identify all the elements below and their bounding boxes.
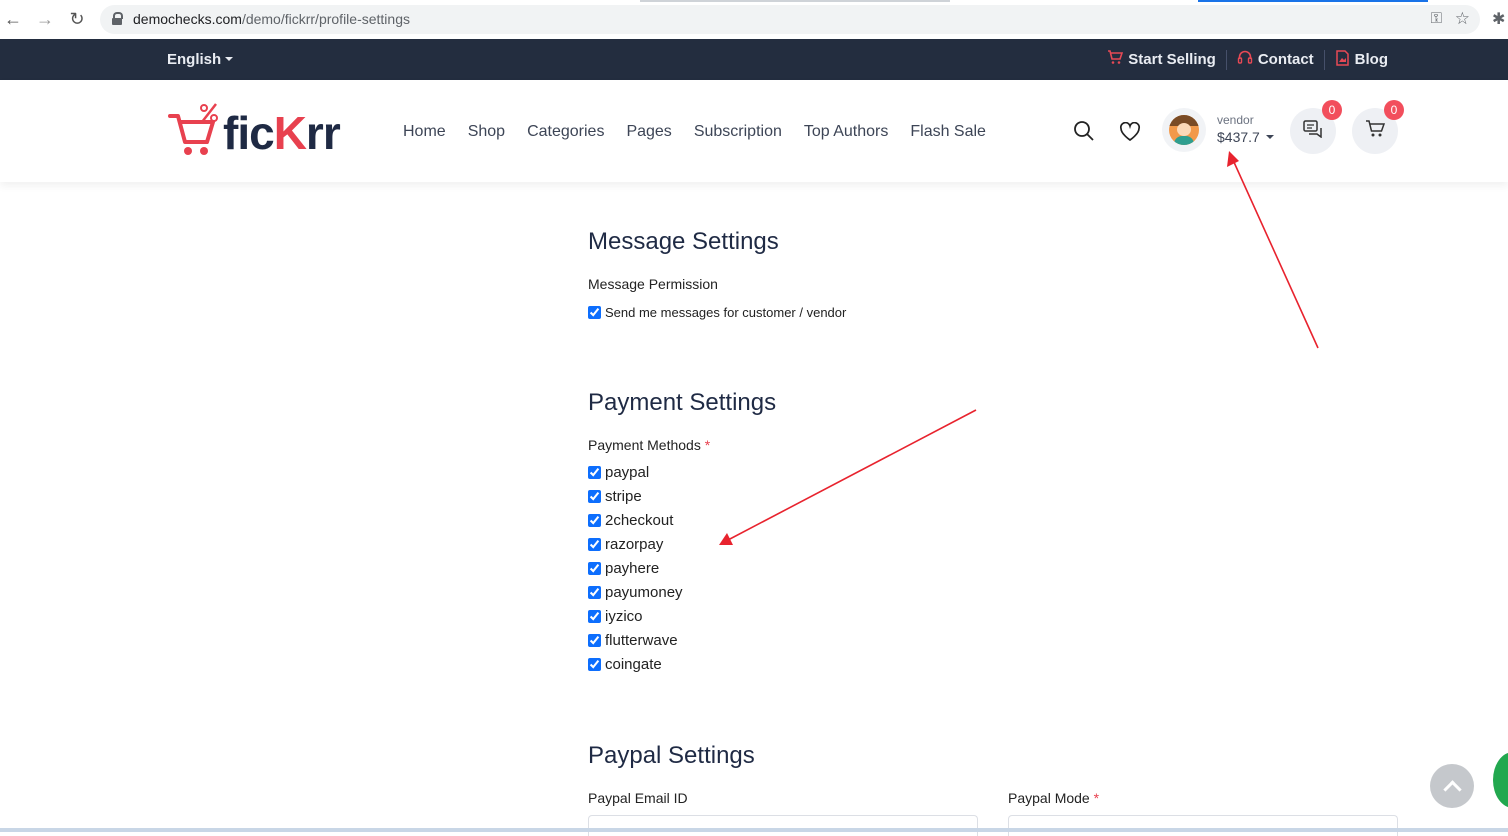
caret-down-icon — [225, 57, 234, 61]
message-permission-input[interactable] — [588, 306, 601, 319]
payment-method-payhere[interactable]: payhere — [588, 560, 659, 577]
headset-icon — [1237, 50, 1253, 70]
payment-method-paypal[interactable]: paypal — [588, 464, 649, 481]
contact-link[interactable]: Contact — [1227, 50, 1324, 70]
site-logo[interactable]: ficKrr — [168, 102, 363, 159]
forward-icon[interactable]: → — [34, 8, 56, 30]
blog-link[interactable]: Blog — [1325, 49, 1398, 70]
nav-subscription[interactable]: Subscription — [694, 123, 782, 141]
browser-toolbar: ← → ↻ demochecks.com/demo/fickrr/profile… — [0, 0, 1508, 40]
nav-home[interactable]: Home — [403, 123, 446, 141]
paypal-mode-label: Paypal Mode * — [1008, 790, 1100, 806]
cart-count-badge: 0 — [1384, 100, 1404, 120]
cart-icon — [1352, 120, 1398, 143]
user-avatar-icon — [1169, 115, 1199, 145]
bookmark-star-icon[interactable]: ☆ — [1455, 9, 1470, 29]
payment-method-razorpay[interactable]: razorpay — [588, 536, 663, 553]
heart-icon[interactable] — [1119, 121, 1141, 148]
payment-method-2checkout[interactable]: 2checkout — [588, 512, 673, 529]
messages-count-badge: 0 — [1322, 100, 1342, 120]
cart-logo-icon — [168, 103, 218, 155]
messages-button[interactable]: 0 — [1290, 100, 1342, 154]
nav-flash-sale[interactable]: Flash Sale — [910, 123, 986, 141]
url-text: demochecks.com/demo/fickrr/profile-setti… — [133, 11, 410, 27]
language-selector[interactable]: English — [167, 51, 234, 68]
nav-top-authors[interactable]: Top Authors — [804, 123, 889, 141]
taskbar-edge — [0, 828, 1508, 832]
payment-method-coingate[interactable]: coingate — [588, 656, 662, 673]
payment-methods-label: Payment Methods * — [588, 437, 711, 453]
reload-icon[interactable]: ↻ — [66, 8, 88, 30]
site-header: ficKrr Home Shop Categories Pages Subscr… — [0, 80, 1508, 182]
key-icon[interactable]: ⚿ — [1431, 10, 1442, 27]
cart-icon — [1107, 50, 1124, 69]
message-permission-checkbox[interactable]: Send me messages for customer / vendor — [588, 305, 846, 320]
logo-wordmark: ficKrr — [223, 107, 341, 159]
message-permission-label: Message Permission — [588, 276, 718, 292]
payment-method-payumoney[interactable]: payumoney — [588, 584, 683, 601]
user-balance-dropdown[interactable]: $437.7 — [1217, 129, 1274, 145]
paypal-email-label: Paypal Email ID — [588, 790, 688, 806]
chat-widget-button[interactable] — [1493, 752, 1508, 808]
scroll-to-top-button[interactable] — [1430, 764, 1474, 808]
top-links: Start Selling Contact Blog — [1097, 39, 1398, 80]
back-icon[interactable]: ← — [2, 8, 24, 30]
extensions-icon[interactable]: ✱ — [1492, 9, 1505, 29]
chat-icon — [1290, 120, 1336, 143]
user-role: vendor — [1217, 113, 1254, 127]
payment-method-iyzico[interactable]: iyzico — [588, 608, 643, 625]
image-icon — [1335, 49, 1350, 70]
active-tab-indicator — [1198, 0, 1428, 2]
payment-settings-title: Payment Settings — [588, 389, 777, 416]
top-bar: English Start Selling Contact Blog — [0, 39, 1508, 80]
nav-categories[interactable]: Categories — [527, 123, 604, 141]
cart-button[interactable]: 0 — [1352, 100, 1404, 154]
payment-method-flutterwave[interactable]: flutterwave — [588, 632, 678, 649]
caret-down-icon — [1265, 135, 1274, 139]
lock-icon — [112, 12, 123, 25]
message-settings-title: Message Settings — [588, 228, 779, 255]
start-selling-link[interactable]: Start Selling — [1097, 50, 1226, 69]
paypal-email-field[interactable] — [588, 815, 978, 836]
paypal-settings-title: Paypal Settings — [588, 742, 755, 769]
main-nav: Home Shop Categories Pages Subscription … — [403, 123, 1008, 141]
annotation-arrow-payment-methods — [719, 409, 977, 545]
payment-method-stripe[interactable]: stripe — [588, 488, 642, 505]
paypal-mode-select[interactable] — [1008, 815, 1398, 836]
nav-pages[interactable]: Pages — [626, 123, 671, 141]
tab-strip-indicator — [640, 0, 950, 2]
avatar[interactable] — [1162, 108, 1206, 152]
search-icon[interactable] — [1073, 120, 1095, 148]
nav-shop[interactable]: Shop — [468, 123, 505, 141]
address-bar[interactable]: demochecks.com/demo/fickrr/profile-setti… — [100, 5, 1480, 34]
